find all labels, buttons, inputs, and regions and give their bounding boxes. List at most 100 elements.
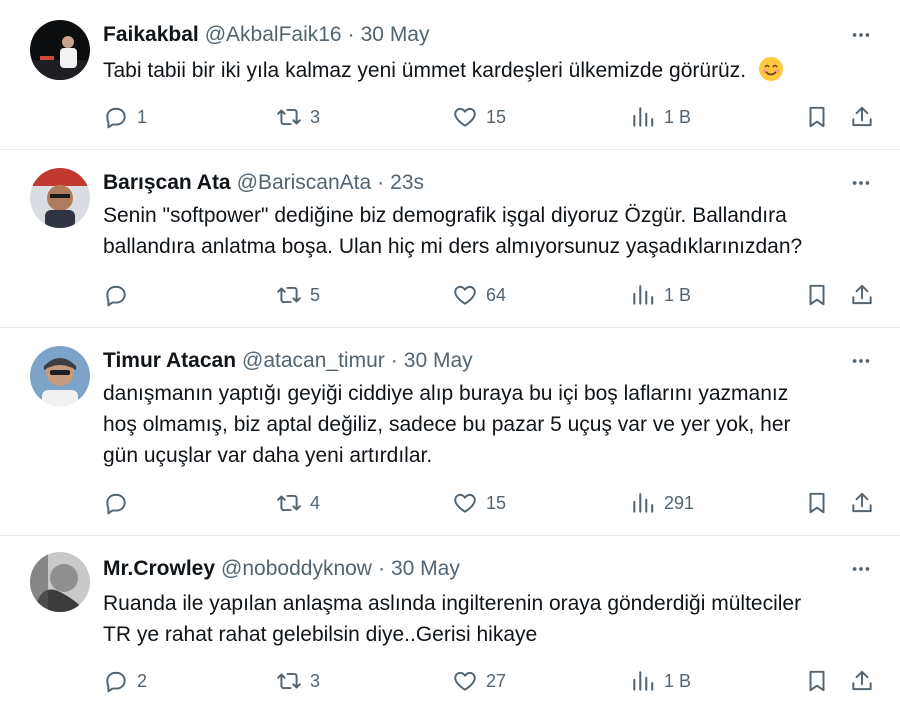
author-handle[interactable]: @noboddyknow (221, 557, 372, 581)
tweet-text-line: danışmanın yaptığı geyiği ciddiye alıp b… (103, 382, 789, 405)
retweet-button[interactable]: 3 (276, 666, 320, 696)
views-button[interactable]: 1 B (630, 102, 691, 132)
views-button[interactable]: 1 B (630, 280, 691, 310)
more-options-button[interactable] (846, 554, 876, 584)
tweet-header: Faikakbal @AkbalFaik16 · 30 May (103, 20, 430, 50)
author-handle[interactable]: @atacan_timur (242, 349, 385, 373)
reply-count: 1 (137, 106, 148, 127)
bookmark-icon (809, 284, 825, 306)
tweet-text: danışmanın yaptığı geyiği ciddiye alıp b… (103, 378, 873, 471)
share-button[interactable] (849, 102, 875, 132)
like-button[interactable]: 15 (452, 488, 506, 518)
tweet-text: Ruanda ile yapılan anlaşma aslında ingil… (103, 588, 873, 650)
like-count: 27 (486, 670, 507, 691)
bookmark-icon (809, 106, 825, 128)
retweet-icon (277, 672, 301, 690)
retweet-count: 4 (310, 492, 321, 513)
views-button[interactable]: 291 (630, 488, 694, 518)
like-button[interactable]: 27 (452, 666, 506, 696)
tweet-text-line: Senin "softpower" dediğine biz demografi… (103, 204, 787, 227)
reply-icon (106, 493, 126, 515)
share-icon (852, 106, 872, 127)
views-icon (633, 285, 654, 305)
tweet-text-line: Tabi tabii bir iki yıla kalmaz yeni ümme… (103, 55, 873, 86)
share-button[interactable] (849, 280, 875, 310)
tweet-text: Senin "softpower" dediğine biz demografi… (103, 200, 873, 262)
views-count: 291 (664, 492, 695, 513)
more-icon (852, 567, 870, 571)
views-count: 1 B (664, 284, 692, 305)
author-name[interactable]: Barışcan Ata (103, 171, 231, 195)
tweet-header: Timur Atacan @atacan_timur · 30 May (103, 346, 473, 376)
more-options-button[interactable] (846, 168, 876, 198)
reply-button[interactable]: 2 (103, 666, 147, 696)
author-name[interactable]: Mr.Crowley (103, 557, 215, 581)
retweet-icon (277, 286, 301, 304)
tweet-header: Barışcan Ata @BariscanAta · 23s (103, 168, 424, 198)
share-icon (852, 670, 872, 691)
avatar[interactable] (30, 20, 90, 80)
more-icon (852, 181, 870, 185)
reply-button[interactable] (103, 280, 137, 310)
like-icon (454, 285, 476, 305)
tweet[interactable]: Mr.Crowley @noboddyknow · 30 May Ruanda … (0, 536, 900, 716)
more-options-button[interactable] (846, 346, 876, 376)
share-button[interactable] (849, 666, 875, 696)
author-handle[interactable]: @BariscanAta (237, 171, 372, 195)
author-name[interactable]: Timur Atacan (103, 349, 236, 373)
like-icon (454, 493, 476, 513)
author-handle[interactable]: @AkbalFaik16 (205, 23, 342, 47)
tweet[interactable]: Barışcan Ata @BariscanAta · 23s Senin "s… (0, 150, 900, 328)
retweet-count: 3 (310, 670, 321, 691)
retweet-button[interactable]: 3 (276, 102, 320, 132)
retweet-button[interactable]: 4 (276, 488, 320, 518)
tweet[interactable]: Faikakbal @AkbalFaik16 · 30 May Tabi tab… (0, 0, 900, 150)
separator-dot: · (347, 23, 355, 46)
views-count: 1 B (664, 106, 692, 127)
tweet-actions: 4 15 291 (0, 488, 900, 518)
timestamp[interactable]: 30 May (404, 349, 473, 373)
separator-dot: · (390, 349, 398, 372)
reply-button[interactable]: 1 (103, 102, 147, 132)
views-button[interactable]: 1 B (630, 666, 691, 696)
views-icon (633, 493, 654, 513)
views-count: 1 B (664, 670, 692, 691)
views-icon (633, 107, 654, 127)
avatar[interactable] (30, 346, 90, 406)
share-button[interactable] (849, 488, 875, 518)
timestamp[interactable]: 30 May (361, 23, 430, 47)
tweet-text-line: gün uçuşlar var daha yeni artırdılar. (103, 444, 433, 467)
more-options-button[interactable] (846, 20, 876, 50)
share-icon (852, 284, 872, 305)
tweet-actions: 2 3 27 1 B (0, 666, 900, 696)
like-icon (454, 671, 476, 691)
more-icon (852, 33, 870, 37)
avatar[interactable] (30, 168, 90, 228)
bookmark-button[interactable] (804, 280, 830, 310)
tweet-header: Mr.Crowley @noboddyknow · 30 May (103, 554, 460, 584)
timestamp[interactable]: 30 May (391, 557, 460, 581)
like-button[interactable]: 64 (452, 280, 506, 310)
retweet-button[interactable]: 5 (276, 280, 320, 310)
bookmark-button[interactable] (804, 666, 830, 696)
tweet-actions: 5 64 1 B (0, 280, 900, 310)
tweet[interactable]: Timur Atacan @atacan_timur · 30 May danı… (0, 328, 900, 536)
author-name[interactable]: Faikakbal (103, 23, 199, 47)
bookmark-button[interactable] (804, 488, 830, 518)
timestamp[interactable]: 23s (390, 171, 424, 195)
retweet-icon (277, 494, 301, 512)
like-icon (454, 107, 476, 127)
share-icon (852, 492, 872, 513)
reply-icon (106, 285, 126, 307)
retweet-icon (277, 108, 301, 126)
bookmark-button[interactable] (804, 102, 830, 132)
retweet-count: 5 (310, 284, 321, 305)
avatar[interactable] (30, 552, 90, 612)
like-count: 15 (486, 106, 507, 127)
like-button[interactable]: 15 (452, 102, 506, 132)
bookmark-icon (809, 492, 825, 514)
separator-dot: · (377, 557, 385, 580)
reply-count: 2 (137, 670, 148, 691)
tweet-actions: 1 3 15 1 B (0, 102, 900, 132)
reply-button[interactable] (103, 488, 137, 518)
